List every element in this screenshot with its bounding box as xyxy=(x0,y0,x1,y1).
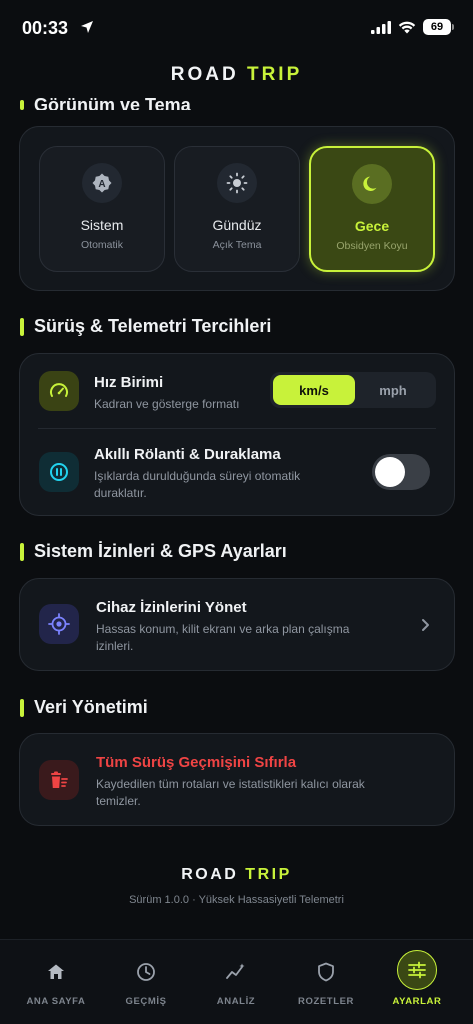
app-title-road: ROAD xyxy=(170,64,239,85)
section-header-permissions: Sistem İzinleri & GPS Ayarları xyxy=(20,541,287,562)
auto-pause-title: Akıllı Rölanti & Duraklama xyxy=(94,446,281,463)
sliders-icon xyxy=(397,950,437,990)
section-title-data: Veri Yönetimi xyxy=(34,697,148,717)
theme-option-night[interactable]: Gece Obsidyen Koyu xyxy=(309,146,435,272)
auto-pause-desc: Işıklarda durulduğunda süreyi otomatik d… xyxy=(94,468,300,502)
reset-history-desc-line1: Kaydedilen tüm rotaları ve istatistikler… xyxy=(96,777,365,791)
theme-sub: Obsidyen Koyu xyxy=(336,240,408,252)
tab-label: GEÇMİŞ xyxy=(125,996,167,1007)
theme-option-day[interactable]: Gündüz Açık Tema xyxy=(174,146,300,272)
auto-pause-desc-line2: duraklatır. xyxy=(94,486,147,500)
wifi-icon xyxy=(398,21,416,33)
signal-icon xyxy=(371,20,391,34)
theme-name: Gece xyxy=(354,218,390,234)
auto-pause-desc-line1: Işıklarda durulduğunda süreyi otomatik xyxy=(94,469,301,483)
reset-history-title: Tüm Sürüş Geçmişini Sıfırla xyxy=(96,754,297,771)
section-title-appearance: Görünüm ve Tema xyxy=(34,95,191,110)
battery-indicator: 69 xyxy=(423,19,454,35)
speedometer-icon xyxy=(39,371,79,411)
manage-permissions-desc-line2: izinleri. xyxy=(96,639,134,653)
tab-history[interactable]: GEÇMİŞ xyxy=(99,940,193,1024)
tab-analytics[interactable]: ANALİZ xyxy=(189,940,283,1024)
tab-bar: ANA SAYFA GEÇMİŞ ANALİZ ROZETLER AYARLAR xyxy=(0,939,473,1024)
auto-pause-toggle[interactable] xyxy=(372,454,430,490)
trash-icon xyxy=(39,760,79,800)
speed-unit-segmented: km/s mph xyxy=(270,372,436,408)
tab-badges[interactable]: ROZETLER xyxy=(279,940,373,1024)
theme-name: Sistem xyxy=(80,217,124,233)
status-time: 00:33 xyxy=(22,18,69,38)
moon-icon xyxy=(352,164,392,204)
speed-unit-kmh[interactable]: km/s xyxy=(273,375,355,405)
section-header-appearance: Görünüm ve Tema xyxy=(20,90,191,110)
section-title-driving: Sürüş & Telemetri Tercihleri xyxy=(34,316,272,336)
speed-unit-desc: Kadran ve gösterge formatı xyxy=(94,397,240,411)
tab-settings[interactable]: AYARLAR xyxy=(370,940,464,1024)
crosshair-icon xyxy=(39,604,79,644)
version-text: Sürüm 1.0.0 · Yüksek Hassasiyetli Teleme… xyxy=(129,894,344,906)
location-arrow-icon xyxy=(81,21,93,33)
theme-option-system[interactable]: A Sistem Otomatik xyxy=(39,146,165,272)
speed-unit-mph[interactable]: mph xyxy=(352,375,434,405)
tab-label: ANA SAYFA xyxy=(26,996,86,1007)
theme-name: Gündüz xyxy=(212,217,262,233)
tab-label: ROZETLER xyxy=(298,996,354,1007)
footer-brand: ROAD TRIP xyxy=(0,866,473,884)
section-header-data: Veri Yönetimi xyxy=(20,697,148,718)
toggle-knob xyxy=(375,457,405,487)
auto-theme-icon: A xyxy=(82,163,122,203)
reset-history-desc: Kaydedilen tüm rotaları ve istatistikler… xyxy=(96,776,365,810)
theme-sub: Açık Tema xyxy=(212,239,262,251)
footer-brand-road: ROAD xyxy=(181,866,239,883)
reset-history-desc-line2: temizler. xyxy=(96,794,141,808)
theme-sub: Otomatik xyxy=(80,239,123,251)
section-title-permissions: Sistem İzinleri & GPS Ayarları xyxy=(34,541,287,561)
manage-permissions-desc: Hassas konum, kilit ekranı ve arka plan … xyxy=(96,621,349,655)
driving-card: Hız Birimi Kadran ve gösterge formatı km… xyxy=(19,353,455,516)
row-divider xyxy=(38,428,436,429)
reset-history-card[interactable]: Tüm Sürüş Geçmişini Sıfırla Kaydedilen t… xyxy=(19,733,455,826)
footer-brand-trip: TRIP xyxy=(245,866,292,883)
home-icon xyxy=(38,954,74,990)
chevron-right-icon xyxy=(422,619,429,631)
tab-label: ANALİZ xyxy=(216,996,256,1007)
status-bar: 00:33 69 xyxy=(0,0,473,54)
analytics-icon xyxy=(218,954,254,990)
permissions-card[interactable]: Cihaz İzinlerini Yönet Hassas konum, kil… xyxy=(19,578,455,671)
tab-label: AYARLAR xyxy=(392,996,442,1007)
manage-permissions-title: Cihaz İzinlerini Yönet xyxy=(96,599,247,616)
pause-icon xyxy=(39,452,79,492)
app-title-trip: TRIP xyxy=(246,64,303,85)
theme-card: A Sistem Otomatik Gündüz Açık Tema Gece … xyxy=(19,126,455,291)
svg-text:A: A xyxy=(98,179,105,190)
tab-home[interactable]: ANA SAYFA xyxy=(9,940,103,1024)
shield-icon xyxy=(308,954,344,990)
clock-icon xyxy=(128,954,164,990)
app-title: ROAD TRIP xyxy=(0,64,473,86)
section-header-driving: Sürüş & Telemetri Tercihleri xyxy=(20,316,271,337)
manage-permissions-desc-line1: Hassas konum, kilit ekranı ve arka plan … xyxy=(96,622,350,636)
sun-icon xyxy=(217,163,257,203)
speed-unit-title: Hız Birimi xyxy=(94,374,164,391)
